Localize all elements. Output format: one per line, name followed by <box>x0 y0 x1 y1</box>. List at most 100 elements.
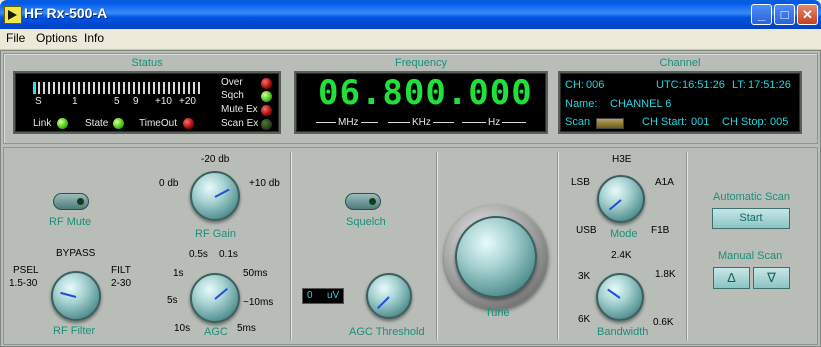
agc-knob[interactable] <box>190 273 240 323</box>
rf-mute-toggle[interactable] <box>53 193 89 210</box>
mute-ex-led <box>261 105 272 116</box>
rf-gain-pointer <box>214 188 230 198</box>
manual-scan-label: Manual Scan <box>718 250 783 262</box>
signal-meter-level <box>33 82 36 94</box>
ch-start-value: 001 <box>691 116 710 128</box>
agc-scale-0-1s: 0.1s <box>219 249 238 260</box>
scan-ex-label: Scan Ex <box>221 118 259 129</box>
squelch-toggle[interactable] <box>345 193 381 210</box>
bw-scale-1-8k: 1.8K <box>655 269 676 280</box>
mode-knob[interactable] <box>597 175 645 223</box>
meter-scale-9: 9 <box>133 96 139 107</box>
status-display: S 1 5 9 +10 +20 Link State TimeOut Over … <box>13 71 281 134</box>
name-value: CHANNEL 6 <box>610 98 672 110</box>
agc-scale-10ms: ~10ms <box>243 297 274 308</box>
receiver-panel: Status S 1 5 9 +10 +20 Link State TimeOu… <box>0 50 821 347</box>
agc-threshold-field[interactable]: 0 uV <box>302 288 344 304</box>
app-icon <box>4 6 22 24</box>
mode-scale-lsb: LSB <box>571 177 590 188</box>
signal-meter <box>33 82 201 94</box>
menu-options[interactable]: Options <box>36 31 77 45</box>
mhz-label: MHz <box>336 117 361 128</box>
automatic-scan-label: Automatic Scan <box>713 191 791 203</box>
lt-label: LT: <box>732 79 746 91</box>
sqch-label: Sqch <box>221 90 244 101</box>
ch-value: 006 <box>586 79 605 91</box>
sqch-led <box>261 91 272 102</box>
agc-scale-50ms: 50ms <box>243 268 268 279</box>
agc-scale-1s: 1s <box>173 268 184 279</box>
scan-up-button[interactable]: Δ <box>713 267 750 289</box>
rf-gain-scale-0: 0 db <box>159 178 179 189</box>
window-title: HF Rx-500-A <box>24 5 108 21</box>
utc-label: UTC: <box>656 79 682 91</box>
mode-scale-usb: USB <box>576 225 597 236</box>
divider-4 <box>686 152 688 340</box>
khz-label: KHz <box>410 117 433 128</box>
frequency-readout: 06.800.000 <box>318 73 533 113</box>
scan-ex-led <box>261 119 272 130</box>
agc-threshold-value: 0 <box>307 290 313 301</box>
menu-bar: File Options Info <box>0 29 821 50</box>
lt-value: 17:51:26 <box>748 79 791 91</box>
agc-threshold-knob[interactable] <box>366 273 412 319</box>
rf-filter-scale-filt: FILT <box>111 265 131 276</box>
menu-file[interactable]: File <box>6 31 25 45</box>
rf-filter-scale-2-30: 2-30 <box>111 278 132 289</box>
tune-label: Tune <box>485 307 510 319</box>
tune-knob[interactable] <box>455 216 537 298</box>
bandwidth-label: Bandwidth <box>597 326 649 338</box>
bw-scale-3k: 3K <box>578 271 591 282</box>
rf-filter-scale-bypass: BYPASS <box>56 248 96 259</box>
agc-scale-0-5s: 0.5s <box>189 249 208 260</box>
bandwidth-knob[interactable] <box>596 273 644 321</box>
name-label: Name: <box>565 98 598 110</box>
meter-scale-plus20: +20 <box>179 96 196 107</box>
meter-scale-s: S <box>35 96 42 107</box>
scan-label: Scan <box>565 116 591 128</box>
timeout-led <box>183 118 194 129</box>
utc-value: 16:51:26 <box>682 79 725 91</box>
rf-filter-knob[interactable] <box>51 271 101 321</box>
mode-scale-h3e: H3E <box>612 154 632 165</box>
auto-scan-start-button[interactable]: Start <box>712 208 790 229</box>
divider-3 <box>557 152 559 340</box>
squelch-label: Squelch <box>346 216 386 228</box>
rf-filter-pointer <box>60 291 77 298</box>
maximize-button[interactable]: □ <box>774 4 795 25</box>
agc-threshold-unit: uV <box>327 290 340 301</box>
rf-gain-scale-minus20: -20 db <box>201 154 230 165</box>
over-label: Over <box>221 77 243 88</box>
channel-display: CH: 006 UTC: 16:51:26 LT: 17:51:26 Name:… <box>558 71 802 134</box>
ch-label: CH: <box>565 79 584 91</box>
scan-down-button[interactable]: ∇ <box>753 267 790 289</box>
rf-filter-scale-psel: PSEL <box>13 265 39 276</box>
close-button[interactable]: ✕ <box>797 4 818 25</box>
title-bar[interactable]: HF Rx-500-A _ □ ✕ <box>0 0 821 29</box>
rf-gain-scale-plus10: +10 db <box>249 178 280 189</box>
mute-ex-label: Mute Ex <box>221 104 258 115</box>
rf-gain-knob[interactable] <box>190 171 240 221</box>
menu-info[interactable]: Info <box>84 31 104 45</box>
mode-label: Mode <box>610 228 638 240</box>
mode-scale-f1b: F1B <box>651 225 670 236</box>
rf-filter-label: RF Filter <box>53 325 96 337</box>
bw-scale-2-4k: 2.4K <box>611 250 632 261</box>
agc-label: AGC <box>204 326 228 338</box>
scan-indicator <box>596 118 624 129</box>
divider-1 <box>290 152 292 340</box>
meter-scale-5: 5 <box>114 96 120 107</box>
ch-start-label: CH Start: <box>642 116 688 128</box>
frequency-title: Frequency <box>395 57 447 69</box>
rf-gain-label: RF Gain <box>195 228 236 240</box>
state-led <box>113 118 124 129</box>
bandwidth-pointer <box>607 288 621 299</box>
bw-scale-6k: 6K <box>578 314 591 325</box>
minimize-button[interactable]: _ <box>751 4 772 25</box>
hz-label: Hz <box>486 117 503 128</box>
ch-stop-value: 005 <box>770 116 789 128</box>
rf-mute-label: RF Mute <box>49 216 92 228</box>
frequency-display: 06.800.000 MHz KHz Hz <box>294 71 548 134</box>
agc-scale-10s: 10s <box>174 323 191 334</box>
link-led <box>57 118 68 129</box>
